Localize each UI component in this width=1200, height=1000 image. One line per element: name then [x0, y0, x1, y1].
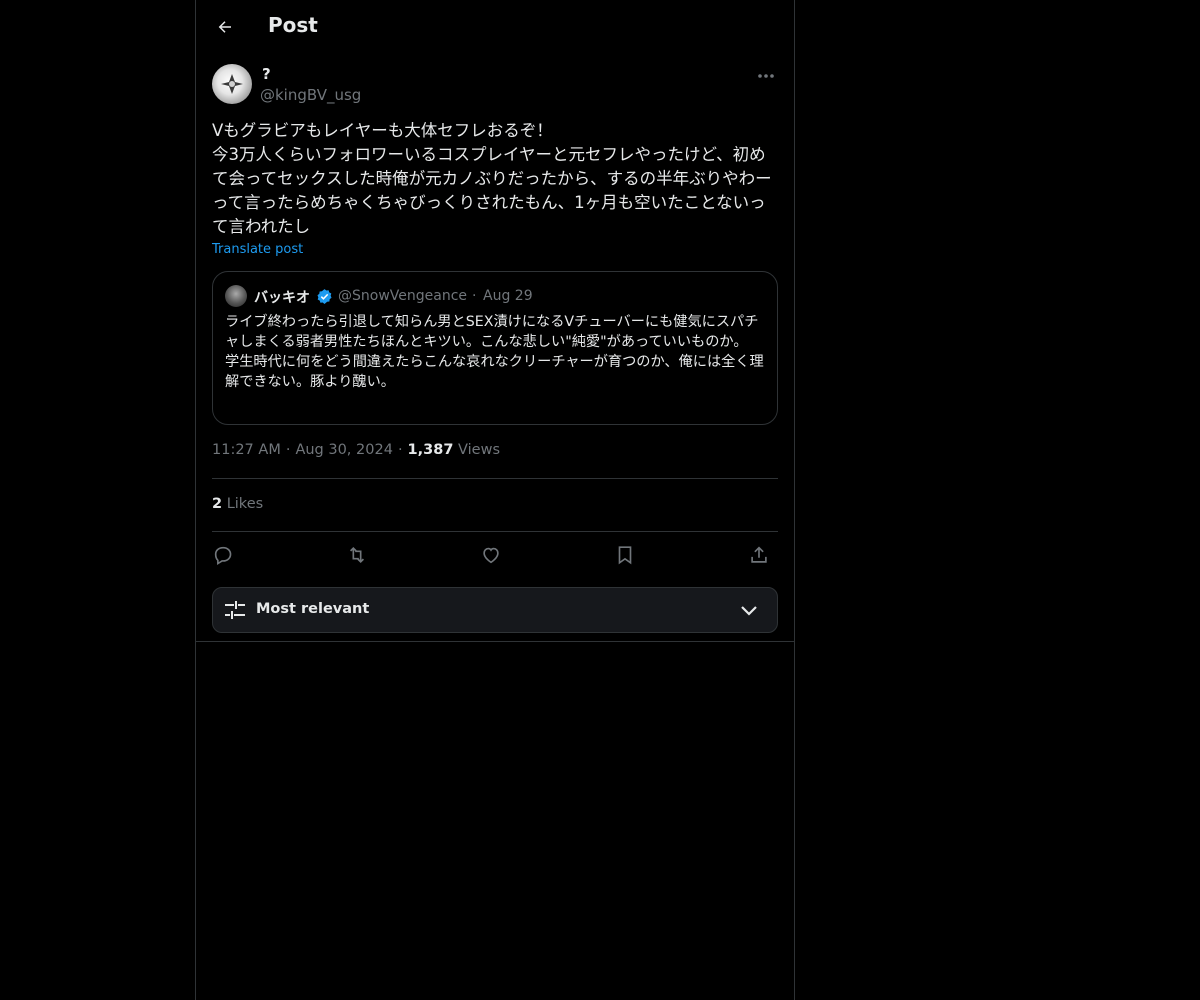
- back-button[interactable]: [212, 14, 238, 40]
- author-display-name[interactable]: ?: [262, 65, 271, 83]
- bookmark-icon: [618, 546, 632, 565]
- share-icon: [751, 546, 767, 563]
- reply-button[interactable]: [208, 540, 238, 570]
- separator-dot: ·: [472, 288, 477, 304]
- like-button[interactable]: [476, 540, 506, 570]
- divider: [196, 641, 794, 642]
- post-text: Vもグラビアもレイヤーも大体セフレおるぞ！ 今3万人くらいフォロワーいるコスプレ…: [212, 121, 772, 236]
- divider: [212, 531, 778, 532]
- chevron-down-icon: [741, 606, 757, 616]
- repost-icon: [349, 546, 365, 564]
- likes-count: 2: [212, 496, 223, 512]
- avatar-emblem-icon: [221, 74, 243, 94]
- post-time[interactable]: 11:27 AM: [212, 442, 281, 458]
- more-options-button[interactable]: [754, 66, 778, 86]
- page-title: Post: [268, 13, 318, 37]
- likes-link[interactable]: 2 Likes: [212, 496, 263, 512]
- page-header: Post: [196, 0, 794, 53]
- action-bar: [212, 540, 778, 570]
- reply-sort-dropdown[interactable]: Most relevant: [212, 587, 778, 633]
- quote-handle[interactable]: @SnowVengeance: [338, 288, 467, 304]
- quote-avatar[interactable]: [225, 285, 247, 307]
- separator-dot: ·: [397, 442, 403, 458]
- arrow-left-icon: [218, 21, 231, 33]
- divider: [212, 478, 778, 479]
- author-handle[interactable]: @kingBV_usg: [260, 86, 361, 104]
- translate-post-link[interactable]: Translate post: [212, 242, 303, 257]
- views-count: 1,387: [407, 442, 454, 458]
- quote-date[interactable]: Aug 29: [483, 288, 533, 304]
- like-icon: [483, 547, 499, 564]
- bookmark-button[interactable]: [610, 540, 640, 570]
- post-author: ? @kingBV_usg: [212, 64, 778, 106]
- reply-icon: [214, 546, 232, 565]
- filter-sliders-icon: [225, 601, 245, 619]
- views-label: Views: [458, 442, 500, 458]
- quoted-post[interactable]: バッキオ @SnowVengeance · Aug 29 ライブ終わったら引退し…: [212, 271, 778, 425]
- more-icon: [758, 74, 774, 78]
- verified-badge-icon: [317, 289, 332, 304]
- avatar[interactable]: [212, 64, 252, 104]
- post-meta: 11:27 AM · Aug 30, 2024 · 1,387 Views: [212, 442, 500, 458]
- quote-display-name[interactable]: バッキオ: [254, 287, 310, 307]
- post-date[interactable]: Aug 30, 2024: [295, 442, 393, 458]
- quote-text: ライブ終わったら引退して知らん男とSEX漬けになるVチューバーにも健気にスパチャ…: [225, 314, 764, 390]
- repost-button[interactable]: [342, 540, 372, 570]
- share-button[interactable]: [744, 540, 774, 570]
- sort-label: Most relevant: [256, 601, 370, 617]
- main-column: Post ? @kingBV_usg Vもグラビアもレイヤーも大体セフレおるぞ！…: [195, 0, 795, 1000]
- likes-label: Likes: [226, 496, 264, 512]
- separator-dot: ·: [285, 442, 291, 458]
